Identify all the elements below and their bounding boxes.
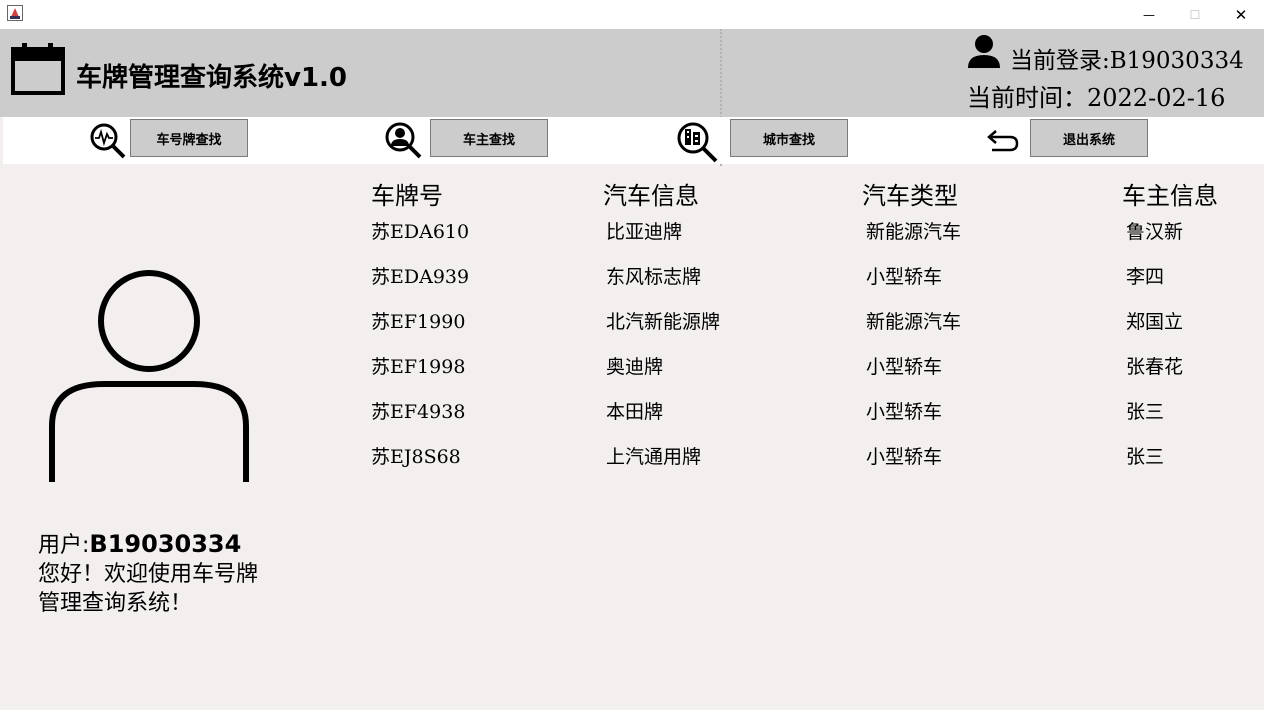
app-title: 车牌管理查询系统v1.0 — [76, 63, 348, 93]
owner-search-button[interactable]: 车主查找 — [430, 119, 548, 157]
plate-cell: 苏EF1998 — [371, 356, 466, 378]
city-search-icon — [677, 122, 718, 163]
app-header: 车牌管理查询系统v1.0 当前登录:B19030334 当前时间：2022-02… — [0, 29, 1264, 117]
minimize-button[interactable]: — — [1126, 0, 1172, 29]
table-row[interactable]: 苏EF1998 奥迪牌 小型轿车 张春花 — [0, 352, 1264, 382]
column-header-plate: 车牌号 — [371, 182, 443, 210]
close-button[interactable]: ✕ — [1218, 0, 1264, 29]
table-row[interactable]: 苏EDA610 比亚迪牌 新能源汽车 鲁汉新 — [0, 217, 1264, 247]
plate-search-icon — [90, 123, 126, 159]
window-titlebar: — ☐ ✕ — [0, 0, 1264, 29]
car-info-cell: 比亚迪牌 — [606, 221, 683, 243]
user-label: 用户: — [38, 533, 90, 558]
car-info-cell: 北汽新能源牌 — [606, 311, 721, 333]
table-row[interactable]: 苏EF1990 北汽新能源牌 新能源汽车 郑国立 — [0, 307, 1264, 337]
column-header-owner: 车主信息 — [1122, 182, 1218, 210]
plate-search-button[interactable]: 车号牌查找 — [130, 119, 248, 157]
calendar-icon — [11, 43, 65, 95]
column-header-car-info: 汽车信息 — [603, 182, 699, 210]
owner-cell: 鲁汉新 — [1126, 221, 1184, 243]
car-info-cell: 本田牌 — [606, 401, 664, 423]
java-app-icon — [7, 5, 23, 21]
owner-cell: 郑国立 — [1126, 311, 1184, 333]
car-type-cell: 新能源汽车 — [866, 311, 962, 333]
owner-cell: 李四 — [1126, 266, 1165, 288]
car-info-cell: 奥迪牌 — [606, 356, 664, 378]
city-search-button[interactable]: 城市查找 — [730, 119, 848, 157]
owner-cell: 张三 — [1126, 401, 1165, 423]
plate-cell: 苏EF1990 — [371, 311, 466, 333]
current-time: 当前时间：2022-02-16 — [967, 84, 1226, 112]
car-info-cell: 东风标志牌 — [606, 266, 702, 288]
toolbar: 车号牌查找 车主查找 城市查找 退出系统 — [3, 117, 1264, 164]
car-type-cell: 小型轿车 — [866, 401, 943, 423]
column-header-car-type: 汽车类型 — [862, 182, 958, 210]
car-type-cell: 新能源汽车 — [866, 221, 962, 243]
owner-cell: 张三 — [1126, 446, 1165, 468]
current-login: 当前登录:B19030334 — [1010, 48, 1244, 74]
user-icon — [968, 35, 1000, 68]
car-type-cell: 小型轿车 — [866, 356, 943, 378]
owner-search-icon — [385, 122, 422, 159]
table-row[interactable]: 苏EF4938 本田牌 小型轿车 张三 — [0, 397, 1264, 427]
minimize-icon: — — [1143, 7, 1155, 22]
table-row[interactable]: 苏EDA939 东风标志牌 小型轿车 李四 — [0, 262, 1264, 292]
car-info-cell: 上汽通用牌 — [606, 446, 702, 468]
car-type-cell: 小型轿车 — [866, 266, 943, 288]
car-type-cell: 小型轿车 — [866, 446, 943, 468]
plate-cell: 苏EF4938 — [371, 401, 466, 423]
welcome-panel: 用户:B19030334 您好！欢迎使用车号牌管理查询系统！ — [38, 530, 268, 618]
maximize-icon: ☐ — [1189, 7, 1201, 22]
plate-cell: 苏EDA939 — [371, 266, 470, 288]
welcome-message: 您好！欢迎使用车号牌管理查询系统！ — [38, 562, 259, 616]
plate-cell: 苏EJ8S68 — [371, 446, 461, 468]
owner-cell: 张春花 — [1126, 356, 1184, 378]
plate-cell: 苏EDA610 — [371, 221, 470, 243]
table-row[interactable]: 苏EJ8S68 上汽通用牌 小型轿车 张三 — [0, 442, 1264, 472]
return-icon — [987, 130, 1019, 152]
maximize-button[interactable]: ☐ — [1172, 0, 1218, 29]
user-id: B19030334 — [89, 530, 242, 558]
close-icon: ✕ — [1234, 5, 1248, 24]
exit-button[interactable]: 退出系统 — [1030, 119, 1148, 157]
